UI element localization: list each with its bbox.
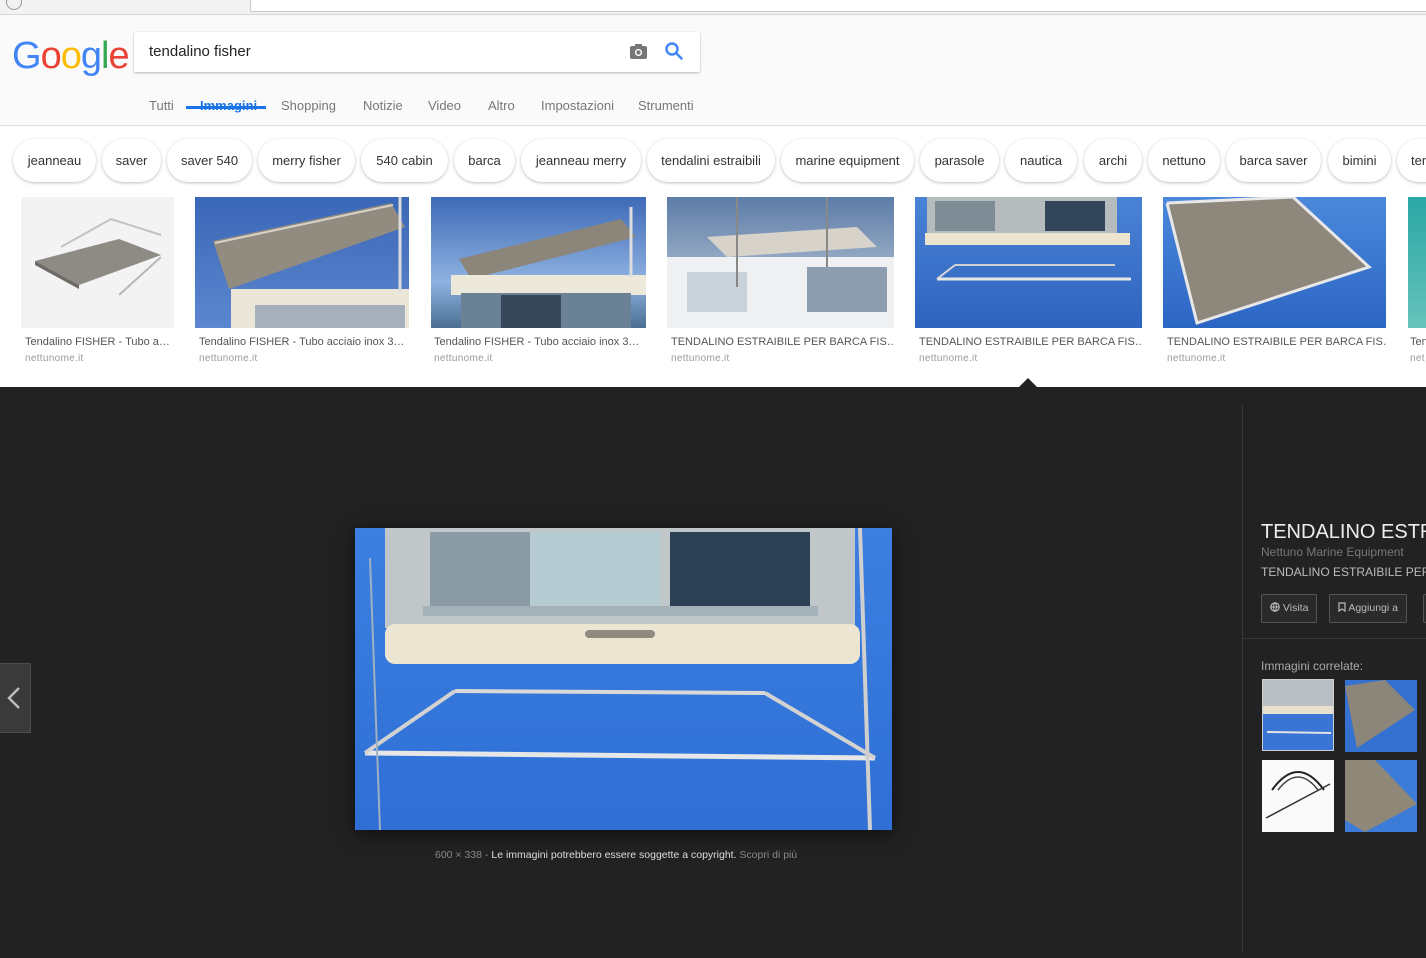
result-image[interactable]	[1408, 197, 1426, 328]
chip-archi[interactable]: archi	[1084, 139, 1142, 182]
result-source: nettunome.it	[919, 353, 978, 364]
chip-jeanneau-merry[interactable]: jeanneau merry	[521, 139, 641, 182]
preview-image[interactable]	[355, 528, 892, 830]
learn-more-link[interactable]: Scopri di più	[739, 849, 797, 861]
related-image[interactable]	[1345, 680, 1417, 752]
bookmark-icon	[1338, 602, 1346, 613]
chip-540-cabin[interactable]: 540 cabin	[361, 139, 448, 182]
result-source: nettunome.it	[25, 353, 84, 364]
tab-altro[interactable]: Altro	[488, 98, 515, 113]
logo-letter: g	[80, 35, 102, 77]
active-tab-indicator	[186, 106, 266, 109]
camera-icon[interactable]	[629, 43, 648, 65]
tab-tutti[interactable]: Tutti	[149, 98, 174, 113]
chip-parasole[interactable]: parasole	[920, 139, 999, 182]
address-bar[interactable]	[250, 0, 1426, 12]
chip-merry-fisher[interactable]: merry fisher	[258, 139, 355, 182]
save-label: Aggiungi a	[1348, 602, 1398, 614]
copyright-notice: Le immagini potrebbero essere soggette a…	[491, 849, 737, 861]
result-source: nettunome.it	[671, 353, 730, 364]
result-image[interactable]	[21, 197, 174, 328]
header: Google tendalino fisher Tutti Immagini S…	[0, 15, 1426, 126]
chip-nautica[interactable]: nautica	[1005, 139, 1077, 182]
chip-tendalini-estraibili[interactable]: tendalini estraibili	[647, 139, 775, 182]
sidepanel-divider	[1243, 638, 1426, 639]
related-image[interactable]	[1262, 679, 1334, 751]
visit-button[interactable]: Visita	[1261, 594, 1318, 623]
globe-icon	[1270, 602, 1280, 612]
tab-notizie[interactable]: Notizie	[363, 98, 403, 113]
chip-saver-540[interactable]: saver 540	[167, 139, 252, 182]
save-button[interactable]: Aggiungi a	[1329, 594, 1407, 623]
previous-image-button[interactable]	[0, 663, 31, 733]
related-image[interactable]	[1345, 760, 1417, 832]
result-source: nettunome.it	[199, 353, 258, 364]
result-title[interactable]: Tendalino FISHER - Tubo a…	[25, 336, 175, 348]
chip-saver[interactable]: saver	[102, 139, 161, 182]
tab-video[interactable]: Video	[428, 98, 461, 113]
related-images-label: Immagini correlate:	[1261, 659, 1364, 673]
selection-pointer	[1019, 378, 1037, 387]
tab-strumenti[interactable]: Strumenti	[638, 98, 694, 113]
result-source: nettunome.it	[434, 353, 493, 364]
chip-marine-equipment[interactable]: marine equipment	[781, 139, 914, 182]
result-title[interactable]: TENDALINO ESTRAIBILE PER BARCA FIS…	[919, 336, 1142, 348]
result-source: nettunome.it	[1167, 353, 1226, 364]
logo-letter: e	[108, 35, 129, 77]
related-image[interactable]	[1262, 760, 1334, 832]
result-title[interactable]: TENDALINO ESTRAIBILE PER BARCA FIS…	[671, 336, 894, 348]
result-title[interactable]: Tendalino FISHER - Tubo acciaio inox 3…	[199, 336, 409, 348]
back-icon[interactable]	[6, 0, 22, 10]
result-image[interactable]	[1163, 197, 1386, 328]
logo-letter: o	[40, 35, 62, 77]
viewer-divider	[1242, 405, 1243, 953]
chevron-left-icon	[7, 687, 20, 709]
chip-jeanneau[interactable]: jeanneau	[13, 139, 96, 182]
search-input[interactable]: tendalino fisher	[149, 43, 251, 60]
google-logo[interactable]: Google	[12, 35, 130, 78]
tab-impostazioni[interactable]: Impostazioni	[541, 98, 614, 113]
image-description: TENDALINO ESTRAIBILE PER	[1261, 565, 1426, 579]
logo-letter: G	[12, 35, 42, 77]
tab-shopping[interactable]: Shopping	[281, 98, 336, 113]
image-dimensions: 600 × 338	[435, 849, 483, 861]
visit-label: Visita	[1282, 602, 1309, 614]
logo-letter: o	[60, 35, 82, 77]
result-image[interactable]	[195, 197, 409, 328]
image-meta: 600 × 338 - Le immagini potrebbero esser…	[435, 849, 797, 861]
image-title[interactable]: TENDALINO ESTR	[1261, 521, 1426, 544]
chip-barca-saver[interactable]: barca saver	[1226, 139, 1321, 182]
result-title[interactable]: Ten	[1410, 336, 1426, 348]
meta-separator: -	[484, 849, 489, 861]
result-image[interactable]	[915, 197, 1142, 328]
result-source: net	[1410, 353, 1425, 364]
result-title[interactable]: Tendalino FISHER - Tubo acciaio inox 3…	[434, 336, 646, 348]
chip-barca[interactable]: barca	[454, 139, 515, 182]
result-image[interactable]	[667, 197, 894, 328]
result-image[interactable]	[431, 197, 646, 328]
search-icon[interactable]	[664, 41, 684, 66]
chip-bimini[interactable]: bimini	[1328, 139, 1391, 182]
chip-nettuno[interactable]: nettuno	[1148, 139, 1220, 182]
search-box[interactable]: tendalino fisher	[134, 32, 700, 72]
chip-ten[interactable]: ten	[1397, 139, 1426, 182]
result-title[interactable]: TENDALINO ESTRAIBILE PER BARCA FIS…	[1167, 336, 1386, 348]
image-site[interactable]: Nettuno Marine Equipment	[1261, 545, 1404, 559]
browser-toolbar	[0, 0, 1426, 15]
